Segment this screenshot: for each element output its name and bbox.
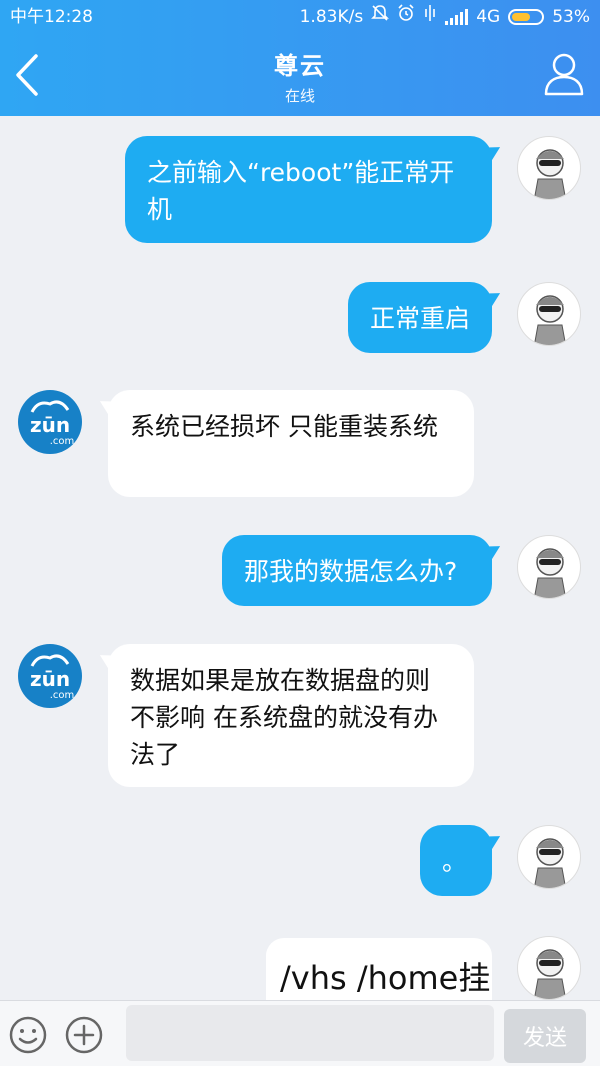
status-bar: 中午12:28 1.83K/s 4G 53% bbox=[0, 0, 600, 34]
nav-bar: 尊云 在线 bbox=[0, 34, 600, 116]
emoji-button[interactable] bbox=[8, 1015, 48, 1055]
logo-subtext: .com bbox=[50, 436, 75, 447]
logo-text: zūn bbox=[30, 413, 70, 437]
message-text: 那我的数据怎么办? bbox=[244, 557, 458, 586]
logo-subtext: .com bbox=[50, 690, 75, 701]
profile-button[interactable] bbox=[542, 50, 586, 98]
message-text: 数据如果是放在数据盘的则不影响 在系统盘的就没有办法了 bbox=[130, 666, 438, 769]
message-bubble-outgoing[interactable]: 之前输入“reboot”能正常开机 bbox=[125, 136, 492, 243]
message-bubble-incoming[interactable]: 系统已经损坏 只能重装系统 bbox=[108, 390, 474, 497]
logo-text: zūn bbox=[30, 667, 70, 691]
my-avatar[interactable] bbox=[517, 535, 581, 599]
net-speed: 1.83K/s bbox=[299, 7, 364, 27]
back-button[interactable] bbox=[8, 50, 52, 100]
bell-mute-icon bbox=[371, 0, 390, 34]
chat-title: 尊云 bbox=[274, 52, 326, 80]
message-bubble-incoming[interactable]: 数据如果是放在数据盘的则不影响 在系统盘的就没有办法了 bbox=[108, 644, 474, 787]
header: 中午12:28 1.83K/s 4G 53% 尊云 在线 bbox=[0, 0, 600, 116]
contact-avatar[interactable]: zūn .com bbox=[18, 390, 82, 454]
battery-percent: 53% bbox=[552, 7, 590, 27]
message-text: 。 bbox=[442, 847, 468, 876]
chat-subtitle: 在线 bbox=[284, 87, 315, 105]
alarm-icon bbox=[397, 0, 415, 34]
title-block: 尊云 在线 bbox=[150, 46, 450, 106]
network-type: 4G bbox=[476, 7, 501, 27]
message-text: 之前输入“reboot”能正常开机 bbox=[147, 158, 455, 224]
message-bubble-outgoing[interactable]: 。 bbox=[420, 825, 492, 896]
smiley-icon bbox=[9, 1016, 47, 1054]
send-button[interactable]: 发送 bbox=[504, 1009, 586, 1063]
battery-icon bbox=[508, 9, 545, 25]
plus-circle-icon bbox=[65, 1016, 103, 1054]
status-time: 中午12:28 bbox=[10, 7, 93, 27]
vibrate-icon bbox=[423, 0, 437, 34]
my-avatar[interactable] bbox=[517, 936, 581, 1000]
message-text: /vhs /home挂 bbox=[280, 959, 491, 997]
chevron-left-icon bbox=[16, 54, 38, 96]
person-icon bbox=[544, 53, 584, 96]
my-avatar[interactable] bbox=[517, 825, 581, 889]
my-avatar[interactable] bbox=[517, 282, 581, 346]
message-bubble-outgoing[interactable]: /vhs /home挂 bbox=[266, 938, 492, 1000]
status-right: 1.83K/s 4G 53% bbox=[300, 0, 590, 34]
my-avatar[interactable] bbox=[517, 136, 581, 200]
message-text: 正常重启 bbox=[370, 304, 471, 333]
input-bar: 发送 bbox=[0, 1000, 600, 1066]
signal-icon bbox=[445, 9, 469, 25]
message-text: 系统已经损坏 只能重装系统 bbox=[130, 412, 438, 441]
plus-button[interactable] bbox=[64, 1015, 104, 1055]
chat-area[interactable]: 之前输入“reboot”能正常开机 正常重启 zūn .com 系统已经损坏 只… bbox=[0, 116, 600, 1000]
message-input[interactable] bbox=[126, 1005, 494, 1061]
contact-avatar[interactable]: zūn .com bbox=[18, 644, 82, 708]
message-bubble-outgoing[interactable]: 正常重启 bbox=[348, 282, 492, 353]
message-bubble-outgoing[interactable]: 那我的数据怎么办? bbox=[222, 535, 492, 606]
